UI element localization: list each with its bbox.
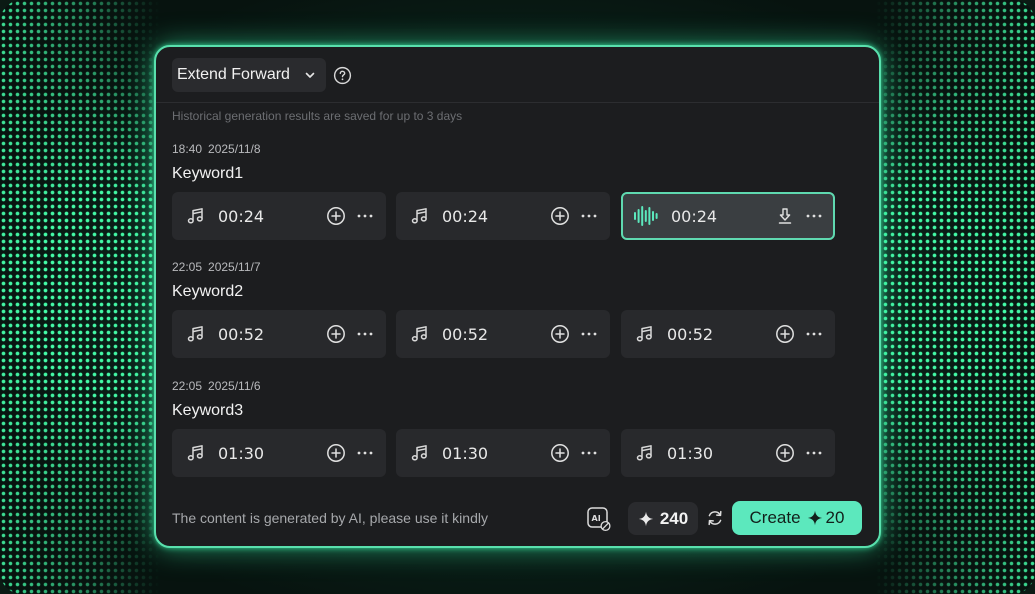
more-options-icon[interactable]	[805, 324, 823, 344]
help-circle-icon[interactable]	[333, 66, 352, 85]
create-button-label: Create	[749, 508, 801, 527]
music-note-icon	[411, 445, 427, 461]
group-date: 2025/11/7	[208, 260, 261, 274]
sparkle-icon	[638, 511, 654, 526]
group-date: 2025/11/8	[208, 142, 261, 156]
add-circle-icon[interactable]	[775, 324, 795, 344]
track-card[interactable]: 01:30	[396, 429, 610, 477]
track-duration: 00:52	[667, 324, 714, 344]
add-circle-icon[interactable]	[326, 206, 346, 226]
add-circle-icon[interactable]	[326, 324, 346, 344]
download-icon[interactable]	[775, 206, 795, 226]
create-button[interactable]: Create 20	[732, 501, 862, 535]
track-card[interactable]: 00:52	[396, 310, 610, 358]
ai-disclaimer: The content is generated by AI, please u…	[172, 510, 488, 526]
chevron-down-icon	[305, 72, 315, 78]
track-card[interactable]: 00:52	[172, 310, 386, 358]
group-date: 2025/11/6	[208, 379, 261, 393]
track-duration: 00:24	[218, 206, 265, 226]
track-card[interactable]: 00:52	[621, 310, 835, 358]
group-timestamp: 22:05 2025/11/7	[172, 260, 261, 274]
more-options-icon[interactable]	[356, 443, 374, 463]
credits-balance: 240	[628, 502, 698, 535]
group-timestamp: 18:40 2025/11/8	[172, 142, 261, 156]
svg-text:AI: AI	[592, 514, 601, 523]
track-card[interactable]: 01:30	[621, 429, 835, 477]
add-circle-icon[interactable]	[550, 206, 570, 226]
panel-header: Extend Forward	[156, 47, 879, 103]
group-time: 18:40	[172, 142, 203, 156]
music-note-icon	[636, 326, 652, 342]
group-time: 22:05	[172, 260, 203, 274]
group-title: Keyword2	[172, 283, 244, 300]
track-duration: 00:52	[442, 324, 489, 344]
generation-history-panel: Extend Forward Historical generation res…	[154, 45, 881, 548]
track-card-playing[interactable]: 00:24	[621, 192, 835, 240]
credits-value: 240	[659, 508, 689, 528]
track-duration: 00:24	[671, 206, 718, 226]
more-options-icon[interactable]	[356, 324, 374, 344]
more-options-icon[interactable]	[580, 206, 598, 226]
retention-note: Historical generation results are saved …	[172, 109, 463, 123]
music-note-icon	[187, 208, 203, 224]
track-card[interactable]: 00:24	[172, 192, 386, 240]
ai-label-icon[interactable]: AI	[586, 506, 612, 532]
create-cost: 20	[825, 508, 845, 527]
group-timestamp: 22:05 2025/11/6	[172, 379, 261, 393]
sparkle-icon	[807, 510, 822, 526]
track-card[interactable]: 01:30	[172, 429, 386, 477]
add-circle-icon[interactable]	[775, 443, 795, 463]
music-note-icon	[411, 208, 427, 224]
more-options-icon[interactable]	[580, 443, 598, 463]
track-card[interactable]: 00:24	[396, 192, 610, 240]
waveform-icon	[634, 206, 658, 226]
music-note-icon	[187, 445, 203, 461]
mode-select-label: Extend Forward	[177, 66, 290, 83]
music-note-icon	[187, 326, 203, 342]
refresh-icon[interactable]	[706, 509, 724, 527]
track-duration: 01:30	[218, 443, 265, 463]
more-options-icon[interactable]	[805, 206, 823, 226]
track-duration: 01:30	[442, 443, 489, 463]
group-title: Keyword1	[172, 165, 244, 182]
group-time: 22:05	[172, 379, 203, 393]
track-duration: 00:52	[218, 324, 265, 344]
add-circle-icon[interactable]	[550, 443, 570, 463]
mode-select[interactable]: Extend Forward	[172, 58, 326, 92]
music-note-icon	[411, 326, 427, 342]
group-title: Keyword3	[172, 402, 244, 419]
add-circle-icon[interactable]	[550, 324, 570, 344]
track-duration: 01:30	[667, 443, 714, 463]
add-circle-icon[interactable]	[326, 443, 346, 463]
more-options-icon[interactable]	[580, 324, 598, 344]
more-options-icon[interactable]	[356, 206, 374, 226]
track-duration: 00:24	[442, 206, 489, 226]
more-options-icon[interactable]	[805, 443, 823, 463]
music-note-icon	[636, 445, 652, 461]
